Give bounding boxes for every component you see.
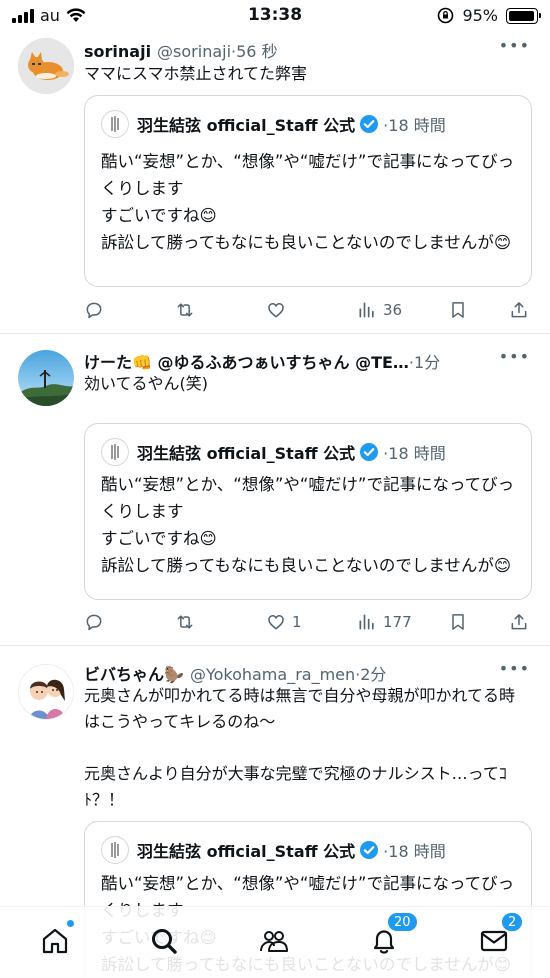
tweet-1[interactable]: sorinaji @sorinaji ·56 秒 ••• ママにスマホ禁止されて… [0,32,550,334]
like-button[interactable]: 1 [266,612,302,632]
tweet-text: 元奥さんが叩かれてる時は無言で自分や母親が叩かれてる時はこうやってキレるのね〜 … [84,686,516,809]
battery-percent: 95% [462,6,498,25]
quoted-time: ·18 時間 [383,842,446,861]
notifications-badge: 20 [386,911,419,933]
quoted-tweet[interactable]: 羽生結弦 official_Staff 公式 ·18 時間 酷い“妄想”とか、“… [84,95,532,287]
quoted-avatar [101,110,129,138]
verified-badge-icon [360,841,379,859]
heart-icon [268,302,284,318]
quoted-header: 羽生結弦 official_Staff 公式 ·18 時間 [101,836,446,864]
quoted-time: ·18 時間 [383,444,446,463]
author-handle[interactable]: @Yokohama_ra_men [190,665,355,684]
more-options-icon[interactable]: ••• [499,36,530,55]
share-button[interactable] [509,612,529,632]
share-icon [511,302,527,318]
retweet-icon [177,303,193,317]
quoted-text: 酷い“妄想”とか、“想像”や“嘘だけ”で記事になってびっくりします すごいですね… [101,475,515,575]
fox-avatar[interactable] [18,38,74,94]
views-button[interactable]: 36 [357,300,402,320]
quoted-tweet[interactable]: 羽生結弦 official_Staff 公式 ·18 時間 酷い“妄想”とか、“… [84,423,532,600]
verified-badge-icon [360,443,379,461]
retweet-button[interactable] [175,300,201,320]
bottom-navigation: 20 2 [0,906,550,978]
quoted-time: ·18 時間 [383,116,446,135]
bookmark-button[interactable] [448,612,468,632]
reply-button[interactable] [84,612,110,632]
action-bar: 36 [84,300,527,324]
tweet-time[interactable]: ·1分 [409,349,440,373]
retweet-button[interactable] [175,612,201,632]
communities-icon [260,931,288,952]
quoted-author-name: 羽生結弦 official_Staff 公式 [137,116,356,135]
nav-search[interactable] [146,923,182,959]
views-count: 177 [383,613,412,631]
bookmark-icon [452,614,464,630]
tweet-time[interactable]: ·56 秒 [231,38,278,62]
author-name[interactable]: けーた👊 @ゆるふあつぁいすちゃん @TE… [84,349,409,373]
views-button[interactable]: 177 [357,612,412,632]
quoted-author-name: 羽生結弦 official_Staff 公式 [137,842,356,861]
quoted-avatar [101,438,129,466]
tweet-header: ビバちゃん🦫 @Yokohama_ra_men ·2分 [84,661,530,685]
tweet-header: けーた👊 @ゆるふあつぁいすちゃん @TE… ·1分 [84,349,530,373]
nav-home[interactable] [37,919,75,959]
like-count: 1 [292,613,302,631]
author-name[interactable]: sorinaji [84,42,151,61]
battery-fill [509,10,534,21]
search-icon [152,929,177,954]
tweet-text: 効いてるやん(笑) [84,374,209,393]
share-button[interactable] [509,300,529,320]
home-icon [42,928,68,954]
battery-icon [506,7,541,24]
like-button[interactable] [266,300,292,320]
landscape-avatar[interactable] [18,350,74,406]
nav-communities[interactable] [256,923,292,959]
reply-icon [86,302,102,319]
author-handle[interactable]: @sorinaji [157,42,231,61]
tweet-text: ママにスマホ禁止されてた弊害 [84,64,308,83]
more-options-icon[interactable]: ••• [499,659,530,678]
bookmark-icon [452,302,464,318]
couple-avatar[interactable] [18,664,74,720]
action-bar: 1 177 [84,612,527,636]
reply-button[interactable] [84,300,110,320]
quoted-avatar [101,836,129,864]
reply-icon [86,614,102,631]
verified-badge-icon [360,115,379,133]
quoted-text: 酷い“妄想”とか、“想像”や“嘘だけ”で記事になってびっくりします すごいですね… [101,152,515,252]
quoted-header: 羽生結弦 official_Staff 公式 ·18 時間 [101,110,446,138]
bookmark-button[interactable] [448,300,468,320]
quoted-header: 羽生結弦 official_Staff 公式 ·18 時間 [101,438,446,466]
quoted-author-name: 羽生結弦 official_Staff 公式 [137,444,356,463]
views-chart-icon [359,614,374,630]
share-icon [511,614,527,630]
orientation-lock-icon [438,7,454,24]
status-bar: au 13:38 95% [0,0,550,32]
home-unread-dot [66,919,75,928]
retweet-icon [177,615,193,629]
status-right: 95% [437,6,541,25]
tweet-time[interactable]: ·2分 [355,661,386,685]
nav-notifications[interactable]: 20 [366,911,419,959]
tweet-header: sorinaji @sorinaji ·56 秒 [84,38,530,62]
author-name[interactable]: ビバちゃん🦫 [84,661,184,685]
tweet-2[interactable]: けーた👊 @ゆるふあつぁいすちゃん @TE… ·1分 ••• 効いてるやん(笑)… [0,334,550,646]
views-chart-icon [359,302,374,318]
messages-badge: 2 [500,911,525,933]
heart-icon [268,614,284,630]
nav-messages[interactable]: 2 [476,911,525,959]
more-options-icon[interactable]: ••• [499,347,530,366]
